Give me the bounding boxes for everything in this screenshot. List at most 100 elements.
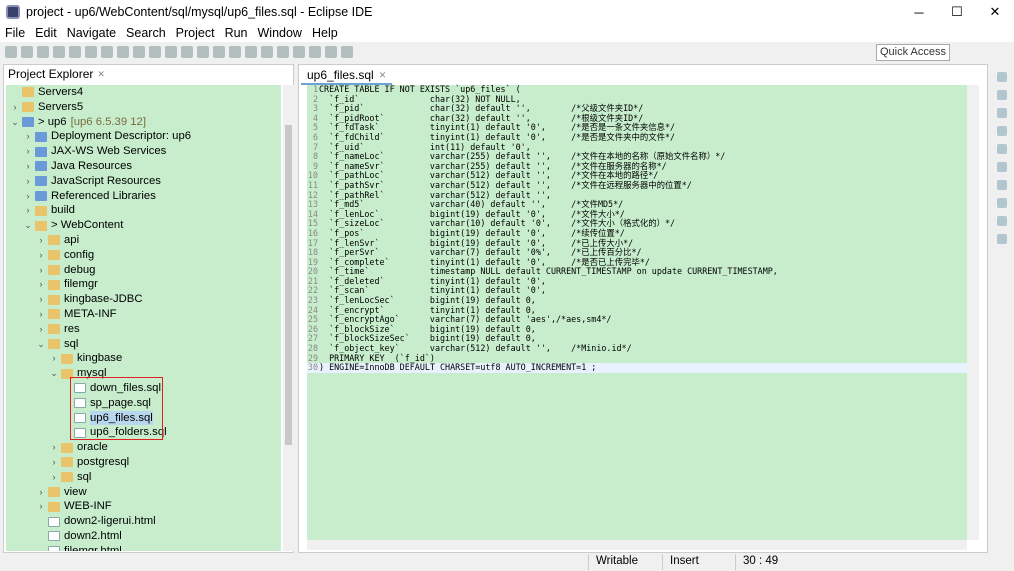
- minimize-button[interactable]: ─: [900, 0, 938, 24]
- tree-scrollbar[interactable]: [283, 85, 294, 551]
- toolbar-button-icon[interactable]: [261, 46, 273, 58]
- tree-item[interactable]: › JavaScript Resources: [6, 174, 281, 189]
- tree-item[interactable]: › Servers5: [6, 100, 281, 115]
- expand-icon[interactable]: ›: [36, 485, 46, 500]
- toolbar-button-icon[interactable]: [37, 46, 49, 58]
- editor-hscrollbar[interactable]: [307, 540, 967, 550]
- tree-item[interactable]: › filemgr: [6, 277, 281, 292]
- expand-icon[interactable]: ›: [36, 322, 46, 337]
- close-icon[interactable]: ✕: [379, 70, 387, 81]
- toolbar-button-icon[interactable]: [21, 46, 33, 58]
- collapse-icon[interactable]: ⌄: [49, 366, 59, 381]
- tree-item[interactable]: › JAX-WS Web Services: [6, 144, 281, 159]
- highlight-box: [70, 377, 163, 440]
- expand-icon[interactable]: ›: [23, 129, 33, 144]
- toolbar-button-icon[interactable]: [325, 46, 337, 58]
- expand-icon[interactable]: ›: [49, 351, 59, 366]
- menu-search[interactable]: Search: [121, 26, 171, 40]
- toolbar-button-icon[interactable]: [117, 46, 129, 58]
- toolbar-button-icon[interactable]: [197, 46, 209, 58]
- proj-icon: [35, 131, 47, 142]
- menu-window[interactable]: Window: [253, 26, 307, 40]
- expand-icon[interactable]: ›: [36, 248, 46, 263]
- project-explorer-tab[interactable]: Project Explorer ✕: [4, 65, 293, 83]
- tree-item[interactable]: ⌄ sql: [6, 337, 281, 352]
- toolbar-button-icon[interactable]: [69, 46, 81, 58]
- close-button[interactable]: ✕: [976, 0, 1014, 24]
- toolbar-button-icon[interactable]: [229, 46, 241, 58]
- code-editor[interactable]: 1 CREATE TABLE IF NOT EXISTS `up6_files` …: [307, 84, 967, 540]
- editor-tab[interactable]: up6_files.sql ✕: [301, 67, 393, 85]
- expand-icon[interactable]: ›: [49, 440, 59, 455]
- expand-icon[interactable]: ›: [36, 233, 46, 248]
- menu-edit[interactable]: Edit: [30, 26, 62, 40]
- expand-icon[interactable]: ›: [36, 263, 46, 278]
- maximize-button[interactable]: ☐: [938, 0, 976, 24]
- tree-item[interactable]: ⌄ > WebContent: [6, 218, 281, 233]
- tree-item[interactable]: › Referenced Libraries: [6, 189, 281, 204]
- toolbar-button-icon[interactable]: [149, 46, 161, 58]
- expand-icon[interactable]: ›: [10, 100, 20, 115]
- tree-item[interactable]: ⌄ > up6 [up6 6.5.39 12]: [6, 115, 281, 130]
- tree-item-label: kingbase: [77, 352, 123, 365]
- tree-item[interactable]: › api: [6, 233, 281, 248]
- expand-icon[interactable]: ›: [23, 203, 33, 218]
- tree-item[interactable]: down2-ligerui.html: [6, 514, 281, 529]
- expand-icon[interactable]: ›: [23, 174, 33, 189]
- toolbar-button-icon[interactable]: [53, 46, 65, 58]
- tree-item[interactable]: › sql: [6, 470, 281, 485]
- menu-navigate[interactable]: Navigate: [62, 26, 121, 40]
- expand-icon[interactable]: ›: [36, 499, 46, 514]
- expand-icon[interactable]: ›: [49, 470, 59, 485]
- quick-access-input[interactable]: Quick Access: [875, 44, 950, 61]
- tree-item[interactable]: down2.html: [6, 529, 281, 544]
- expand-icon[interactable]: ›: [23, 189, 33, 204]
- toolbar-button-icon[interactable]: [165, 46, 177, 58]
- collapse-icon[interactable]: ⌄: [23, 218, 33, 233]
- toolbar-button-icon[interactable]: [5, 46, 17, 58]
- toolbar-button-icon[interactable]: [133, 46, 145, 58]
- toolbar-button-icon[interactable]: [245, 46, 257, 58]
- tree-item[interactable]: › res: [6, 322, 281, 337]
- expand-icon[interactable]: ›: [49, 455, 59, 470]
- tree-item[interactable]: Servers4: [6, 85, 281, 100]
- toolbar-button-icon[interactable]: [213, 46, 225, 58]
- tree-item[interactable]: › view: [6, 485, 281, 500]
- collapse-icon[interactable]: ⌄: [10, 115, 20, 130]
- menu-file[interactable]: File: [0, 26, 30, 40]
- toolbar-button-icon[interactable]: [293, 46, 305, 58]
- toolbar-button-icon[interactable]: [181, 46, 193, 58]
- tree-item[interactable]: › Deployment Descriptor: up6: [6, 129, 281, 144]
- menu-run[interactable]: Run: [220, 26, 253, 40]
- expand-icon[interactable]: ›: [36, 292, 46, 307]
- toolbar-button-icon[interactable]: [277, 46, 289, 58]
- tree-item[interactable]: filemgr.html: [6, 544, 281, 551]
- tree-item[interactable]: › META-INF: [6, 307, 281, 322]
- menu-help[interactable]: Help: [307, 26, 343, 40]
- toolbar-button-icon[interactable]: [85, 46, 97, 58]
- tree-item[interactable]: › kingbase: [6, 351, 281, 366]
- toolbar-button-icon[interactable]: [341, 46, 353, 58]
- folder-icon: [48, 324, 60, 335]
- tree-item[interactable]: › WEB-INF: [6, 499, 281, 514]
- tree-item[interactable]: › Java Resources: [6, 159, 281, 174]
- tree-item[interactable]: › kingbase-JDBC: [6, 292, 281, 307]
- folder-icon: [61, 442, 73, 453]
- close-icon[interactable]: ✕: [97, 69, 105, 80]
- tree-item[interactable]: › debug: [6, 263, 281, 278]
- tree-item-label: oracle: [77, 441, 108, 454]
- tree-item[interactable]: › config: [6, 248, 281, 263]
- tree-item[interactable]: › build: [6, 203, 281, 218]
- toolbar-button-icon[interactable]: [309, 46, 321, 58]
- collapse-icon[interactable]: ⌄: [36, 337, 46, 352]
- menu-bar: File Edit Navigate Search Project Run Window He…: [0, 24, 1014, 42]
- expand-icon[interactable]: ›: [23, 144, 33, 159]
- editor-vscrollbar[interactable]: [967, 85, 979, 540]
- expand-icon[interactable]: ›: [23, 159, 33, 174]
- menu-project[interactable]: Project: [171, 26, 220, 40]
- toolbar-button-icon[interactable]: [101, 46, 113, 58]
- tree-item[interactable]: › postgresql: [6, 455, 281, 470]
- expand-icon[interactable]: ›: [36, 307, 46, 322]
- tree-item[interactable]: › oracle: [6, 440, 281, 455]
- expand-icon[interactable]: ›: [36, 277, 46, 292]
